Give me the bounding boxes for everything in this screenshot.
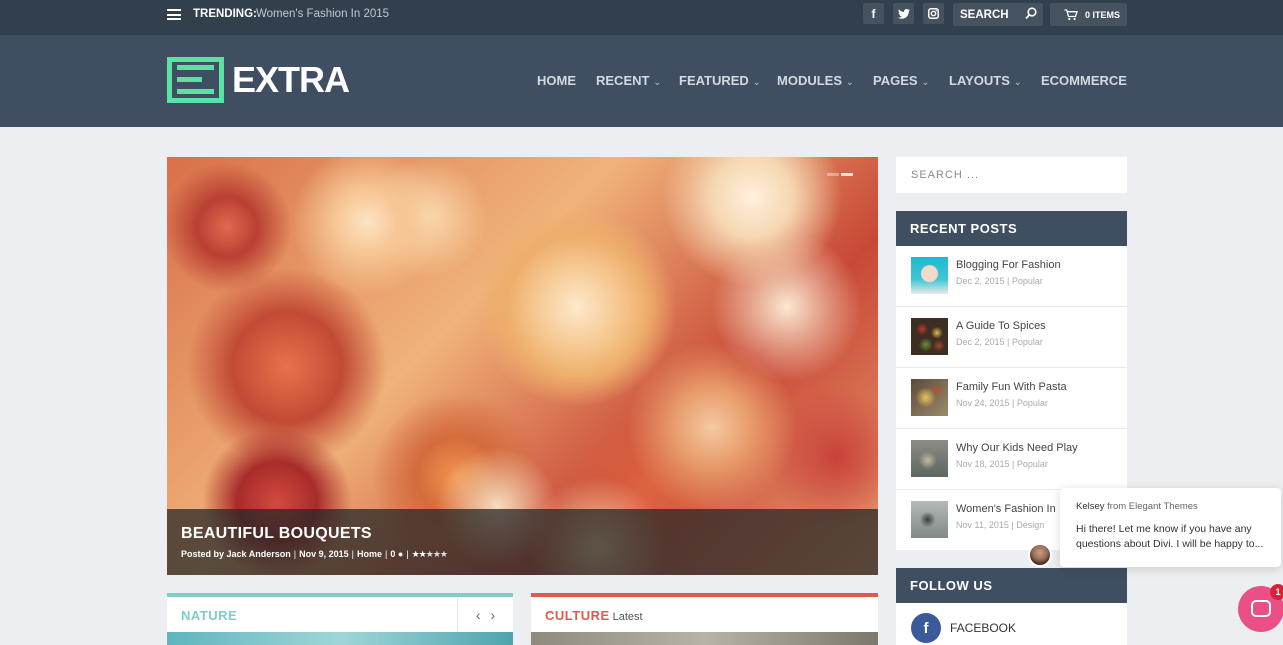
trending-label: TRENDING:	[193, 8, 257, 20]
post-title[interactable]: Why Our Kids Need Play	[956, 442, 1078, 454]
facebook-icon[interactable]: f	[863, 3, 884, 24]
nav-featured[interactable]: FEATURED ⌄	[679, 73, 760, 88]
logo-icon[interactable]	[167, 57, 224, 103]
module-carousel-controls: ‹ ›	[457, 597, 513, 632]
chevron-right-icon[interactable]: ›	[491, 607, 496, 623]
chat-preview[interactable]: Kelsey from Elegant Themes Hi there! Let…	[1060, 488, 1281, 567]
nav-modules[interactable]: MODULES ⌄	[777, 73, 854, 88]
logo-text[interactable]: EXTRA	[232, 62, 350, 98]
chevron-down-icon: ⌄	[921, 77, 930, 87]
post-meta: Nov 18, 2015 | Popular	[956, 459, 1048, 469]
menu-icon[interactable]	[167, 9, 181, 20]
chevron-down-icon: ⌄	[653, 77, 661, 87]
trending-link[interactable]: Women's Fashion In 2015	[256, 8, 389, 20]
post-thumbnail[interactable]	[911, 501, 948, 538]
list-item[interactable]: Family Fun With Pasta Nov 24, 2015 | Pop…	[896, 368, 1127, 429]
featured-slider[interactable]: BEAUTIFUL BOUQUETS Posted by Jack Anders…	[167, 157, 878, 575]
chevron-left-icon[interactable]: ‹	[476, 607, 481, 623]
unread-badge: 1	[1270, 584, 1283, 600]
post-title[interactable]: A Guide To Spices	[956, 320, 1046, 332]
post-meta: Nov 24, 2015 | Popular	[956, 398, 1048, 408]
top-search-box[interactable]: SEARCH	[953, 3, 1043, 26]
post-title[interactable]: Family Fun With Pasta	[956, 381, 1067, 393]
nav-ecommerce[interactable]: ECOMMERCE	[1041, 73, 1127, 88]
main-header: EXTRA HOME RECENT ⌄ FEATURED ⌄ MODULES ⌄ PA…	[0, 35, 1283, 127]
category-link[interactable]: Home	[357, 549, 382, 559]
search-icon[interactable]	[1025, 7, 1037, 25]
follow-facebook-link[interactable]: FACEBOOK	[950, 621, 1016, 635]
module-title: CULTURE Latest	[545, 608, 643, 623]
chat-icon	[1251, 600, 1271, 617]
post-title[interactable]: Blogging For Fashion	[956, 259, 1061, 271]
chat-message: Hi there! Let me know if you have any qu…	[1076, 523, 1264, 550]
slide-caption: BEAUTIFUL BOUQUETS Posted by Jack Anders…	[167, 509, 878, 575]
cart-icon	[1064, 8, 1078, 26]
top-bar: TRENDING: Women's Fashion In 2015 f SEAR…	[0, 0, 1283, 35]
nav-layouts[interactable]: LAYOUTS ⌄	[949, 73, 1021, 88]
cart-button[interactable]: 0 ITEMS	[1050, 3, 1127, 26]
post-meta: Dec 2, 2015 | Popular	[956, 337, 1043, 347]
list-item[interactable]: Why Our Kids Need Play Nov 18, 2015 | Po…	[896, 429, 1127, 490]
list-item[interactable]: Blogging For Fashion Dec 2, 2015 | Popul…	[896, 246, 1127, 307]
post-title[interactable]: Women's Fashion In	[956, 503, 1056, 515]
top-search-label: SEARCH	[960, 9, 1009, 21]
comment-icon: ●	[395, 549, 404, 559]
sidebar-search	[896, 157, 1127, 193]
post-thumbnail[interactable]	[911, 318, 948, 355]
sidebar-search-input[interactable]	[896, 157, 1127, 193]
module-nature: NATURE ‹ ›	[167, 593, 513, 645]
chevron-down-icon: ⌄	[752, 77, 761, 87]
follow-us-heading: FOLLOW US	[896, 568, 1127, 603]
module-thumbnail[interactable]	[167, 632, 513, 645]
slide-title[interactable]: BEAUTIFUL BOUQUETS	[181, 525, 372, 543]
module-culture: CULTURE Latest	[531, 593, 878, 645]
list-item[interactable]: A Guide To Spices Dec 2, 2015 | Popular	[896, 307, 1127, 368]
module-subtitle: Latest	[612, 611, 643, 623]
author-link[interactable]: Jack Anderson	[227, 549, 291, 559]
cart-count-label: 0 ITEMS	[1085, 10, 1121, 20]
chevron-down-icon: ⌄	[1013, 77, 1022, 87]
post-thumbnail[interactable]	[911, 440, 948, 477]
instagram-icon[interactable]	[923, 3, 944, 24]
module-title[interactable]: NATURE	[181, 608, 237, 623]
post-thumbnail[interactable]	[911, 257, 948, 294]
rating-stars: ★★★★★	[411, 549, 448, 559]
nav-home[interactable]: HOME	[537, 73, 576, 88]
avatar	[1028, 543, 1052, 567]
slider-dot-active[interactable]	[841, 173, 853, 176]
post-meta: Nov 11, 2015 | Design	[956, 520, 1045, 530]
slide-meta: Posted by Jack Anderson | Nov 9, 2015 | Home…	[181, 549, 448, 559]
facebook-icon[interactable]: f	[911, 613, 941, 643]
nav-pages[interactable]: PAGES ⌄	[873, 73, 929, 88]
recent-posts-heading: RECENT POSTS	[896, 211, 1127, 246]
post-date: Nov 9, 2015	[299, 549, 349, 559]
chevron-down-icon: ⌄	[846, 77, 854, 87]
slider-dot[interactable]	[827, 173, 839, 176]
module-thumbnail[interactable]	[531, 632, 878, 645]
follow-us-list: f FACEBOOK	[896, 603, 1127, 645]
post-meta: Dec 2, 2015 | Popular	[956, 276, 1043, 286]
twitter-icon[interactable]	[893, 3, 914, 24]
post-thumbnail[interactable]	[911, 379, 948, 416]
nav-recent[interactable]: RECENT ⌄	[596, 73, 661, 88]
chat-sender: Kelsey from Elegant Themes	[1076, 501, 1198, 512]
